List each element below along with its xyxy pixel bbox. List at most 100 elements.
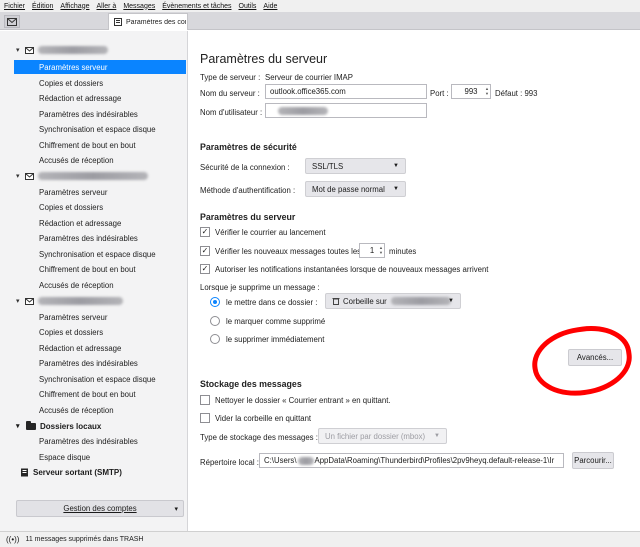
check-startup-checkbox[interactable]: ✓ — [200, 227, 210, 237]
sidebar-item-copies[interactable]: Copies et dossiers — [14, 200, 186, 214]
mark-deleted-label: le marquer comme supprimé — [226, 317, 326, 326]
sidebar-item-local-junk[interactable]: Paramètres des indésirables — [14, 434, 186, 448]
check-interval-input[interactable]: 1 ▲ ▼ — [359, 243, 385, 258]
mail-icon — [7, 17, 17, 26]
sidebar-item-receipts[interactable]: Accusés de réception — [14, 278, 186, 292]
menu-messages[interactable]: Messages — [123, 3, 155, 10]
clean-inbox-checkbox[interactable] — [200, 395, 210, 405]
chevron-down-icon[interactable]: ▾ — [16, 297, 25, 305]
local-dir-input[interactable]: C:\Users\ AppData\Roaming\Thunderbird\Pr… — [259, 453, 564, 468]
status-text: 11 messages supprimés dans TRASH — [25, 536, 144, 543]
menu-edition[interactable]: Édition — [32, 3, 53, 10]
store-type-select[interactable]: Un fichier par dossier (mbox) ▼ — [318, 428, 447, 444]
account-name-redacted — [38, 297, 123, 305]
chevron-down-icon: ▾ — [174, 505, 178, 513]
delete-immediately-radio[interactable] — [210, 334, 220, 344]
empty-trash-checkbox[interactable] — [200, 413, 210, 423]
menu-affichage[interactable]: Affichage — [60, 3, 89, 10]
username-label: Nom d'utilisateur : — [200, 108, 263, 117]
sidebar-item-e2ee[interactable]: Chiffrement de bout en bout — [14, 138, 186, 152]
chevron-down-icon[interactable]: ▾ — [16, 422, 25, 430]
server-settings-heading: Paramètres du serveur — [200, 212, 296, 222]
sidebar-item-sync[interactable]: Synchronisation et espace disque — [14, 247, 186, 261]
port-label: Port : — [430, 89, 449, 98]
sidebar-item-sync[interactable]: Synchronisation et espace disque — [14, 372, 186, 386]
sidebar-item-e2ee[interactable]: Chiffrement de bout en bout — [14, 262, 186, 276]
page-title: Paramètres du serveur — [200, 52, 328, 66]
menu-aide[interactable]: Aide — [263, 3, 277, 10]
tab-bar: Paramètres des comptes Co — [0, 12, 640, 30]
settings-tab-icon — [114, 18, 122, 26]
sidebar-item-local-disk[interactable]: Espace disque — [14, 450, 186, 464]
browse-button[interactable]: Parcourir... — [572, 452, 614, 469]
sidebar-item-server-settings[interactable]: Paramètres serveur — [14, 60, 186, 74]
menu-fichier[interactable]: Fichier — [4, 3, 25, 10]
tab-label: Paramètres des comptes Co — [126, 18, 186, 26]
account-header-3[interactable]: ▾ — [0, 294, 188, 308]
mail-account-icon — [25, 46, 34, 54]
sidebar-item-e2ee[interactable]: Chiffrement de bout en bout — [14, 387, 186, 401]
sidebar-item-copies[interactable]: Copies et dossiers — [14, 76, 186, 90]
tab-account-settings[interactable]: Paramètres des comptes Co — [108, 13, 188, 30]
folder-icon — [26, 420, 36, 430]
server-type-value: Serveur de courrier IMAP — [265, 73, 353, 82]
local-folders-header[interactable]: ▾ Dossiers locaux — [0, 419, 188, 433]
username-input[interactable] — [265, 103, 427, 118]
mail-tab-button[interactable] — [4, 15, 20, 28]
auth-method-select[interactable]: Mot de passe normal ▼ — [305, 181, 406, 197]
sidebar-item-copies[interactable]: Copies et dossiers — [14, 325, 186, 339]
auth-method-value: Mot de passe normal — [312, 184, 385, 194]
sidebar-item-receipts[interactable]: Accusés de réception — [14, 403, 186, 417]
local-dir-prefix: C:\Users\ — [264, 456, 297, 465]
account-name-redacted — [38, 46, 108, 54]
sidebar-item-composition[interactable]: Rédaction et adressage — [14, 216, 186, 230]
check-startup-label: Vérifier le courrier au lancement — [215, 228, 326, 237]
sidebar-item-junk[interactable]: Paramètres des indésirables — [14, 356, 186, 370]
spinner-arrows-icon[interactable]: ▲ ▼ — [485, 86, 489, 96]
mail-account-icon — [25, 297, 34, 305]
chevron-down-icon: ▼ — [448, 298, 454, 304]
conn-security-select[interactable]: SSL/TLS ▼ — [305, 158, 406, 174]
menu-aller[interactable]: Aller à — [96, 3, 116, 10]
move-to-folder-radio[interactable] — [210, 297, 220, 307]
chevron-down-icon: ▼ — [393, 163, 399, 169]
push-notifications-checkbox[interactable]: ✓ — [200, 264, 210, 274]
sidebar-item-composition[interactable]: Rédaction et adressage — [14, 91, 186, 105]
server-name-input[interactable]: outlook.office365.com — [265, 84, 427, 99]
storage-heading: Stockage des messages — [200, 379, 302, 389]
sidebar-item-composition[interactable]: Rédaction et adressage — [14, 341, 186, 355]
manage-accounts-button[interactable]: Gestion des comptes ▾ — [16, 500, 184, 517]
smtp-server-item[interactable]: Serveur sortant (SMTP) — [0, 465, 188, 479]
trash-folder-select[interactable]: Corbeille sur ▼ — [325, 293, 461, 309]
sidebar-item-server-settings[interactable]: Paramètres serveur — [14, 185, 186, 199]
chevron-down-icon[interactable]: ▾ — [16, 172, 25, 180]
sidebar-item-server-settings[interactable]: Paramètres serveur — [14, 310, 186, 324]
auth-method-label: Méthode d'authentification : — [200, 186, 296, 195]
trash-folder-redacted — [390, 297, 451, 305]
account-header-2[interactable]: ▾ — [0, 169, 188, 183]
server-settings-panel: Paramètres du serveur Type de serveur : … — [189, 31, 640, 531]
mail-account-icon — [25, 172, 34, 180]
port-default: Défaut : 993 — [495, 89, 538, 98]
check-every-checkbox[interactable]: ✓ — [200, 246, 210, 256]
menu-outils[interactable]: Outils — [239, 3, 257, 10]
spinner-arrows-icon[interactable]: ▲ ▼ — [379, 245, 383, 255]
menu-evenements[interactable]: Évènements et tâches — [162, 3, 231, 10]
sidebar-item-receipts[interactable]: Accusés de réception — [14, 153, 186, 167]
minutes-label: minutes — [389, 247, 417, 256]
sidebar-item-junk[interactable]: Paramètres des indésirables — [14, 107, 186, 121]
local-dir-suffix: AppData\Roaming\Thunderbird\Profiles\2pv… — [314, 456, 555, 465]
empty-trash-label: Vider la corbeille en quittant — [215, 414, 312, 423]
account-sidebar: ▾ Paramètres serveur Copies et dossiers … — [0, 31, 188, 531]
port-input[interactable]: 993 ▲ ▼ — [451, 84, 491, 99]
chevron-down-icon: ▼ — [393, 186, 399, 192]
account-header-1[interactable]: ▾ — [0, 43, 188, 57]
check-interval-value: 1 — [369, 246, 375, 255]
sidebar-item-junk[interactable]: Paramètres des indésirables — [14, 231, 186, 245]
delete-behavior-label: Lorsque je supprime un message : — [200, 283, 320, 292]
mark-deleted-radio[interactable] — [210, 316, 220, 326]
chevron-down-icon[interactable]: ▾ — [16, 46, 25, 54]
menubar: Fichier Édition Affichage Aller à Messag… — [0, 0, 640, 12]
conn-security-value: SSL/TLS — [312, 161, 344, 171]
sidebar-item-sync[interactable]: Synchronisation et espace disque — [14, 122, 186, 136]
